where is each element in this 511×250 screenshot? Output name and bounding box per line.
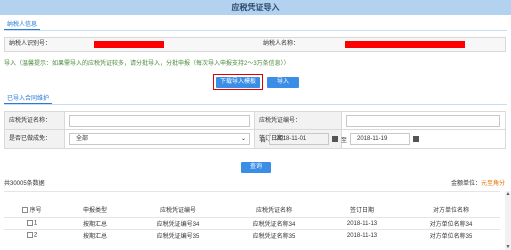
import-notice: 导入（温馨提示：如果需导入的应税凭证较多，请分批导入，分批申报（每次导入申报支持… <box>4 61 290 67</box>
calendar-icon[interactable] <box>332 136 339 142</box>
row-code: 应税凭证编号34 <box>130 217 226 230</box>
sign-date-cell: 自 2018-11-01 至 2018-11-19 <box>260 130 504 148</box>
section-divider-2 <box>4 104 507 105</box>
voucher-name-input[interactable] <box>69 115 250 127</box>
taxpayer-name-label: 纳税人名称： <box>263 41 300 47</box>
from-date-input[interactable]: 2018-11-01 <box>269 133 330 145</box>
query-button[interactable]: 查询 <box>241 162 271 173</box>
col-date: 签订日期 <box>322 191 402 218</box>
col-name: 应税凭证名称 <box>226 191 322 218</box>
voucher-name-label: 应税凭证名称： <box>5 112 65 129</box>
col-no: 序号 <box>4 191 60 218</box>
amount-unit: 金额单位：元至角分 <box>451 178 505 187</box>
table-header-row: 序号 申报类型 应税凭证编号 应税凭证名称 签订日期 对方单位名称 <box>4 191 500 218</box>
scroll-down-icon[interactable]: ▼ <box>505 244 511 250</box>
row-code: 应税凭证编号35 <box>130 229 226 242</box>
col-no-label: 序号 <box>29 208 42 214</box>
form-row-1: 应税凭证名称： 应税凭证编号： <box>5 112 505 130</box>
taxpayer-name-redacted <box>345 41 465 48</box>
table-row[interactable]: 1 按期汇总 应税凭证编号34 应税凭证名称34 2018-11-13 对方单位… <box>4 217 500 230</box>
scroll-up-icon[interactable]: ▲ <box>505 191 511 197</box>
taxpayer-info-row: 纳税人识别号： 纳税人名称： <box>4 37 506 52</box>
row-name: 应税凭证名称34 <box>226 217 322 230</box>
row-date: 2018-11-13 <box>322 229 402 242</box>
voucher-no-input[interactable] <box>346 115 500 127</box>
declared-select-value: 全部 <box>76 136 89 142</box>
search-form: 应税凭证名称： 应税凭证编号： 是否已做成免： 全部 ⌄ 签订日期： 自 201… <box>4 111 506 149</box>
date-range: 自 2018-11-01 至 2018-11-19 <box>260 133 500 145</box>
row-party: 对方单位名称34 <box>402 217 500 230</box>
select-all-checkbox[interactable] <box>22 207 29 214</box>
voucher-table: 序号 申报类型 应税凭证编号 应税凭证名称 签订日期 对方单位名称 1 按期汇总… <box>4 191 500 242</box>
to-date-input[interactable]: 2018-11-19 <box>350 133 411 145</box>
tab-imported-contracts[interactable]: 已导入合同维护 <box>4 94 53 104</box>
from-label: 自 <box>260 137 267 144</box>
row-no-cell: 2 <box>4 229 60 242</box>
amount-unit-label: 金额单位： <box>450 181 481 187</box>
row-type: 按期汇总 <box>60 217 130 230</box>
row-no: 1 <box>33 220 38 227</box>
voucher-no-cell <box>342 112 504 129</box>
row-checkbox[interactable] <box>26 220 33 227</box>
vertical-scrollbar[interactable]: ▲ ▼ <box>505 191 511 250</box>
col-code: 应税凭证编号 <box>130 191 226 218</box>
voucher-no-label: 应税凭证编号： <box>255 112 342 129</box>
calendar-icon[interactable] <box>413 136 420 142</box>
form-row-2: 是否已做成免： 全部 ⌄ 签订日期： 自 2018-11-01 至 2018-1… <box>5 130 505 148</box>
taxpayer-id-redacted <box>94 41 164 48</box>
page-title: 应税凭证导入 <box>0 0 511 15</box>
to-label: 至 <box>341 137 348 144</box>
row-no: 2 <box>33 233 38 240</box>
row-name: 应税凭证名称35 <box>226 229 322 242</box>
table-row[interactable]: 2 按期汇总 应税凭证编号35 应税凭证名称35 2018-11-13 对方单位… <box>4 229 500 242</box>
declared-label: 是否已做成免： <box>5 130 65 148</box>
row-no-cell: 1 <box>4 217 60 230</box>
section-divider <box>4 30 507 31</box>
col-type: 申报类型 <box>60 191 130 218</box>
declared-select[interactable]: 全部 ⌄ <box>69 133 250 145</box>
download-template-button[interactable]: 下载导入模板 <box>216 77 260 88</box>
total-count: 共30005条数据 <box>4 181 45 187</box>
tab-taxpayer-info[interactable]: 纳税人信息 <box>4 20 41 30</box>
declared-cell: 全部 ⌄ <box>65 130 255 148</box>
import-button[interactable]: 导入 <box>267 77 299 88</box>
voucher-name-cell <box>65 112 255 129</box>
amount-unit-value: 元至角分 <box>480 181 505 187</box>
chevron-down-icon: ⌄ <box>240 136 246 142</box>
row-checkbox[interactable] <box>26 232 33 239</box>
col-party: 对方单位名称 <box>402 191 500 218</box>
row-party: 对方单位名称35 <box>402 229 500 242</box>
taxpayer-id-label: 纳税人识别号： <box>9 41 52 47</box>
row-type: 按期汇总 <box>60 229 130 242</box>
row-date: 2018-11-13 <box>322 217 402 230</box>
